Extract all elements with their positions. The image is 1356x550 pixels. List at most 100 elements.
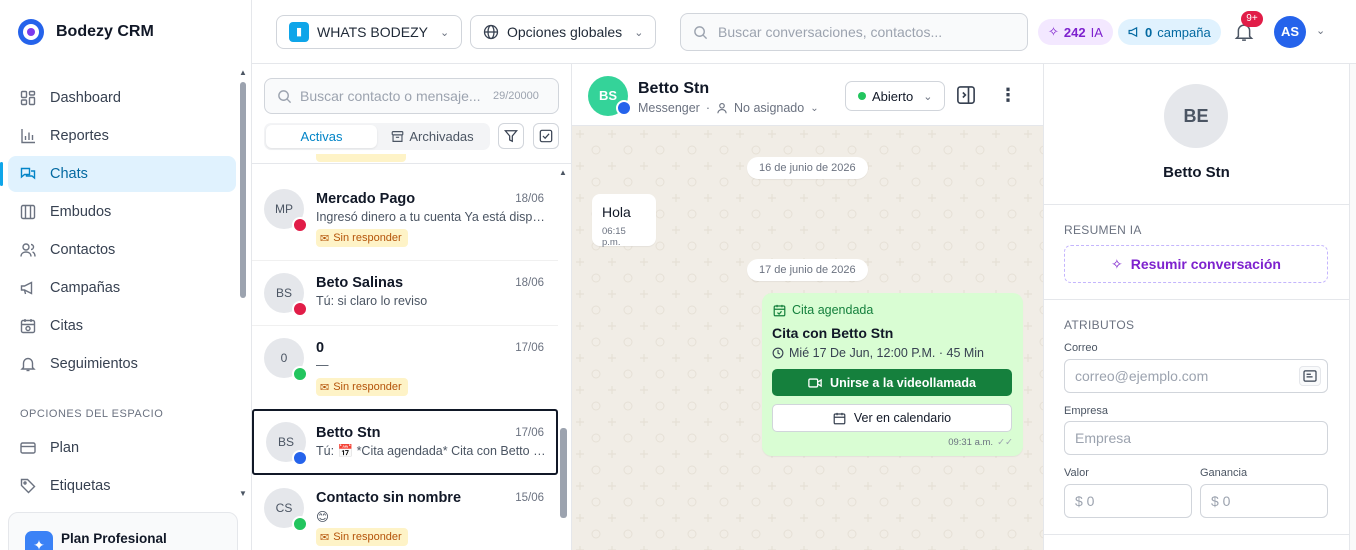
mail-icon: ✉ [320, 232, 330, 245]
view-calendar-label: Ver en calendario [853, 411, 952, 425]
contact-search-input[interactable] [300, 88, 485, 104]
megaphone-icon [20, 280, 36, 296]
value-field[interactable] [1064, 484, 1192, 518]
contact-name: Beto Salinas [316, 275, 404, 291]
contact-name: 0 [316, 340, 325, 356]
status-dropdown[interactable]: Abierto ⌄ [845, 81, 946, 111]
message-snippet: 😊 [316, 510, 330, 524]
plan-card[interactable]: ✦ Plan Profesional [8, 512, 238, 550]
value-input[interactable] [1075, 493, 1191, 509]
sidebar-item-etiquetas[interactable]: Etiquetas [8, 468, 236, 504]
company-input[interactable] [1075, 430, 1327, 446]
list-scrollbar[interactable]: ▲ [559, 168, 567, 548]
chevron-down-icon[interactable]: ⌄ [1316, 24, 1325, 37]
sidebar-item-label: Citas [50, 318, 84, 334]
conversation-date: 17/06 [515, 342, 544, 354]
calendar-icon [833, 412, 846, 425]
chat-header: BS Betto Stn Messenger · No asignado ⌄ A… [572, 64, 1043, 126]
select-mode-button[interactable] [533, 123, 559, 149]
sidebar-item-plan[interactable]: Plan [8, 430, 236, 466]
chat-panel: BS Betto Stn Messenger · No asignado ⌄ A… [572, 64, 1043, 550]
filter-icon [504, 129, 518, 143]
more-options-icon[interactable]: ⋮ [998, 84, 1018, 106]
conversation-date: 18/06 [515, 277, 544, 289]
list-item[interactable]: CS Contacto sin nombre 15/06 😊 ✉ Sin resp… [252, 477, 558, 550]
email-input[interactable] [1075, 368, 1327, 384]
scroll-thumb[interactable] [240, 82, 246, 298]
list-item[interactable]: BS Beto Salinas 18/06 Tú: si claro lo re… [252, 261, 558, 325]
toggle-panel-icon[interactable] [956, 85, 976, 105]
ai-summary-title: RESUMEN IA [1064, 223, 1142, 237]
user-avatar[interactable]: AS [1274, 16, 1306, 48]
sidebar-item-label: Embudos [50, 204, 112, 220]
attributes-title: ATRIBUTOS [1064, 318, 1135, 332]
email-field[interactable] [1064, 359, 1328, 393]
profit-label: Ganancia [1200, 467, 1248, 479]
sidebar-item-seguimientos[interactable]: Seguimientos [8, 346, 236, 382]
message-time: 09:31 a.m. [948, 437, 994, 448]
contact-name: Contacto sin nombre [316, 490, 462, 506]
chevron-down-icon: ⌄ [634, 26, 644, 39]
sidebar-item-label: Campañas [50, 280, 121, 296]
sidebar-item-embudos[interactable]: Embudos [8, 194, 236, 230]
sidebar-item-reportes[interactable]: Reportes [8, 118, 236, 154]
global-search-input[interactable] [718, 24, 1018, 40]
sidebar-item-contactos[interactable]: Contactos [8, 232, 236, 268]
sidebar-item-campanas[interactable]: Campañas [8, 270, 236, 306]
clock-icon [772, 347, 784, 359]
join-videocall-button[interactable]: Unirse a la videollamada [772, 369, 1012, 396]
sidebar: Bodezy CRM Dashboard Reportes Chats Embu… [0, 0, 252, 550]
brand[interactable]: Bodezy CRM [18, 19, 154, 45]
scroll-up-arrow-icon[interactable]: ▲ [559, 168, 567, 177]
sidebar-item-chats[interactable]: Chats [0, 156, 236, 192]
email-label: Correo [1064, 342, 1098, 354]
appointment-header-label: Cita agendada [792, 303, 874, 317]
app-name: Bodezy CRM [56, 23, 154, 40]
details-scrollbar[interactable] [1349, 64, 1356, 550]
summarize-conversation-button[interactable]: ✧ Resumir conversación [1064, 245, 1328, 283]
tab-activas[interactable]: Activas [266, 125, 377, 148]
card-icon [20, 440, 36, 456]
global-options-button[interactable]: Opciones globales ⌄ [470, 15, 657, 49]
scroll-up-arrow-icon[interactable]: ▲ [239, 68, 247, 77]
view-calendar-button[interactable]: Ver en calendario [772, 404, 1012, 432]
contact-avatar[interactable]: BE [1164, 84, 1228, 148]
summarize-conversation-label: Resumir conversación [1130, 256, 1281, 272]
conversation-counter: 29/20000 [493, 90, 539, 102]
sidebar-scrollbar[interactable]: ▲ ▼ [239, 68, 247, 498]
scroll-down-arrow-icon[interactable]: ▼ [239, 489, 247, 498]
sidebar-item-label: Chats [50, 166, 88, 182]
tab-archivadas[interactable]: Archivadas [377, 125, 488, 148]
bell-icon [20, 356, 36, 372]
assignee-dropdown[interactable]: No asignado [734, 101, 804, 115]
contact-search[interactable]: 29/20000 [264, 78, 559, 114]
topbar: ▮ WHATS BODEZY ⌄ Opciones globales ⌄ ✧ 2… [252, 0, 1356, 64]
sidebar-item-citas[interactable]: Citas [8, 308, 236, 344]
message-time-row: 09:31 a.m. ✓✓ [948, 437, 1013, 448]
scroll-thumb[interactable] [560, 428, 567, 518]
divider [1044, 299, 1349, 300]
appointment-when: Mié 17 De Jun, 12:00 P.M. · 45 Min [772, 346, 984, 360]
company-field[interactable] [1064, 421, 1328, 455]
contact-name[interactable]: Betto Stn [638, 80, 709, 98]
global-search[interactable] [680, 13, 1028, 51]
company-label: Empresa [1064, 405, 1109, 417]
filter-button[interactable] [498, 123, 524, 149]
inbox-selector[interactable]: ▮ WHATS BODEZY ⌄ [276, 15, 463, 49]
campaign-pill[interactable]: 0 campaña [1118, 19, 1221, 45]
list-item[interactable]: MP Mercado Pago 18/06 Ingresó dinero a t… [252, 170, 558, 254]
contact-name: Betto Stn [316, 425, 381, 441]
messenger-channel-icon [616, 100, 632, 116]
profit-input[interactable] [1211, 493, 1327, 509]
profit-field[interactable] [1200, 484, 1328, 518]
campaign-label: campaña [1157, 24, 1211, 40]
list-item[interactable]: BS Betto Stn 17/06 Tú: 📅 *Cita agendada*… [252, 409, 558, 475]
contact-card-icon[interactable] [1299, 366, 1321, 386]
ai-credits-pill[interactable]: ✧ 242 IA [1038, 19, 1113, 45]
megaphone-icon [1128, 26, 1140, 38]
status-label: Abierto [872, 88, 914, 104]
list-item[interactable]: 0 0 17/06 — ✉ Sin responder [252, 326, 558, 408]
chevron-down-icon[interactable]: ⌄ [810, 103, 818, 114]
contact-name: Betto Stn [1163, 164, 1230, 181]
sidebar-item-dashboard[interactable]: Dashboard [8, 80, 236, 116]
